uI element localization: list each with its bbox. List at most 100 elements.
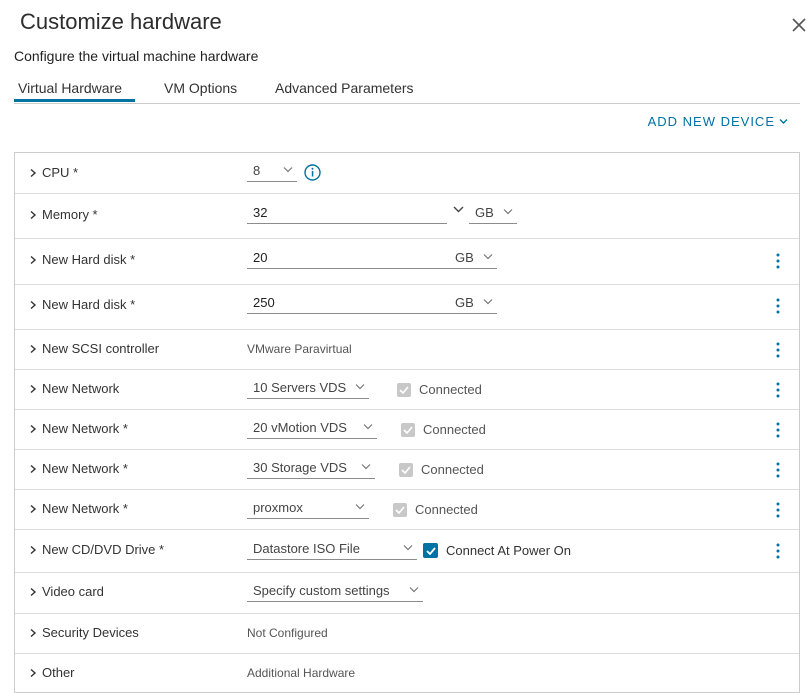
kebab-menu-icon[interactable] (775, 253, 781, 269)
network-3-connected-checkbox[interactable] (399, 462, 413, 477)
kebab-menu-icon[interactable] (775, 502, 781, 518)
expand-toggle-network-2[interactable]: New Network * (29, 421, 128, 436)
expand-toggle-memory[interactable]: Memory * (29, 207, 98, 222)
row-label-cd-dvd-drive: New CD/DVD Drive * (42, 542, 165, 557)
row-label-other: Other (42, 665, 75, 680)
connect-at-power-on-label: Connect At Power On (446, 543, 572, 558)
expand-toggle-hard-disk-1[interactable]: New Hard disk * (29, 252, 135, 267)
dialog-title: Customize hardware (20, 9, 222, 34)
chevron-right-icon (30, 344, 37, 353)
hw-row-video-card: Video card Specify custom settings (15, 573, 799, 614)
row-label-network-3: New Network * (42, 461, 128, 476)
expand-toggle-scsi-controller[interactable]: New SCSI controller (29, 341, 159, 356)
expand-toggle-video-card[interactable]: Video card (29, 584, 104, 599)
chevron-right-icon (30, 587, 37, 596)
chevron-down-icon (779, 119, 788, 124)
tab-virtual-hardware[interactable]: Virtual Hardware (18, 80, 122, 96)
cpu-count-select[interactable]: 8 (247, 163, 297, 182)
network-1-select[interactable]: 10 Servers VDS (247, 380, 369, 399)
kebab-menu-icon[interactable] (775, 543, 781, 559)
chevron-right-icon (30, 504, 37, 513)
row-label-scsi-controller: New SCSI controller (42, 341, 160, 356)
hw-row-cd-dvd-drive: New CD/DVD Drive * Datastore ISO File Co… (15, 530, 799, 573)
video-card-value: Specify custom settings (253, 583, 390, 598)
cd-dvd-source-select[interactable]: Datastore ISO File (247, 541, 417, 560)
chevron-down-icon (361, 464, 371, 470)
hard-disk-1-size-input[interactable] (247, 250, 449, 269)
tab-advanced-parameters[interactable]: Advanced Parameters (275, 80, 414, 96)
hw-row-network-3: New Network * 30 Storage VDS Connected (15, 450, 799, 490)
memory-size-input[interactable] (247, 205, 447, 224)
kebab-menu-icon[interactable] (775, 422, 781, 438)
expand-toggle-cpu[interactable]: CPU * (29, 165, 78, 180)
other-hardware-summary: Additional Hardware (247, 666, 356, 680)
tab-vm-options[interactable]: VM Options (164, 80, 237, 96)
network-3-select[interactable]: 30 Storage VDS (247, 460, 375, 479)
hard-disk-2-unit-select[interactable]: GB (449, 295, 497, 314)
expand-toggle-network-1[interactable]: New Network (29, 381, 119, 396)
network-2-connected-label: Connected (423, 422, 486, 437)
chevron-down-icon (503, 209, 513, 215)
chevron-down-icon (483, 299, 493, 305)
checkmark-icon (403, 425, 413, 434)
dialog-subtitle: Configure the virtual machine hardware (14, 48, 259, 64)
chevron-down-icon[interactable] (453, 206, 464, 213)
chevron-down-icon (483, 254, 493, 260)
chevron-right-icon (30, 384, 37, 393)
row-label-memory: Memory * (42, 207, 98, 222)
hard-disk-1-unit-select[interactable]: GB (449, 250, 497, 269)
expand-toggle-security-devices[interactable]: Security Devices (29, 625, 139, 640)
chevron-right-icon (30, 300, 37, 309)
video-card-select[interactable]: Specify custom settings (247, 583, 423, 602)
connect-at-power-on-checkbox[interactable] (423, 543, 438, 558)
row-label-network-4: New Network * (42, 501, 128, 516)
network-2-select[interactable]: 20 vMotion VDS (247, 420, 377, 439)
network-2-connected-checkbox[interactable] (401, 422, 415, 437)
hw-row-network-2: New Network * 20 vMotion VDS Connected (15, 410, 799, 450)
hw-row-cpu: CPU * 8 (15, 153, 799, 194)
row-label-cpu: CPU * (42, 165, 79, 180)
chevron-right-icon (30, 210, 37, 219)
row-label-network-1: New Network (42, 381, 120, 396)
hard-disk-1-unit-value: GB (455, 250, 474, 265)
row-label-hard-disk-1: New Hard disk * (42, 252, 136, 267)
info-icon[interactable] (304, 164, 321, 181)
network-4-select[interactable]: proxmox (247, 500, 369, 519)
chevron-down-icon (363, 424, 373, 430)
network-1-connected-checkbox[interactable] (397, 382, 411, 397)
kebab-menu-icon[interactable] (775, 382, 781, 398)
row-label-security-devices: Security Devices (42, 625, 139, 640)
network-1-value: 10 Servers VDS (253, 380, 347, 395)
hw-row-scsi-controller: New SCSI controller VMware Paravirtual (15, 330, 799, 370)
expand-toggle-network-4[interactable]: New Network * (29, 501, 128, 516)
chevron-down-icon (283, 167, 293, 173)
network-4-connected-checkbox[interactable] (393, 502, 407, 517)
checkmark-icon (401, 465, 411, 474)
chevron-down-icon (355, 504, 365, 510)
checkmark-icon (399, 385, 409, 394)
chevron-right-icon (30, 464, 37, 473)
chevron-right-icon (30, 168, 37, 177)
memory-unit-select[interactable]: GB (469, 205, 517, 224)
hw-row-network-1: New Network 10 Servers VDS Connected (15, 370, 799, 410)
network-3-value: 30 Storage VDS (253, 460, 347, 475)
expand-toggle-network-3[interactable]: New Network * (29, 461, 128, 476)
expand-toggle-cd-dvd-drive[interactable]: New CD/DVD Drive * (29, 542, 164, 557)
expand-toggle-hard-disk-2[interactable]: New Hard disk * (29, 297, 135, 312)
scsi-controller-type: VMware Paravirtual (247, 342, 352, 356)
hard-disk-2-size-input[interactable] (247, 295, 449, 314)
hw-row-other: Other Additional Hardware (15, 654, 799, 692)
add-new-device-button[interactable]: ADD NEW DEVICE (648, 114, 788, 129)
network-4-value: proxmox (253, 500, 303, 515)
row-label-hard-disk-2: New Hard disk * (42, 297, 136, 312)
expand-toggle-other[interactable]: Other (29, 665, 75, 680)
security-devices-status: Not Configured (247, 626, 328, 640)
kebab-menu-icon[interactable] (775, 462, 781, 478)
close-icon[interactable] (790, 16, 808, 34)
kebab-menu-icon[interactable] (775, 298, 781, 314)
network-3-connected-label: Connected (421, 462, 484, 477)
kebab-menu-icon[interactable] (775, 342, 781, 358)
cd-dvd-source-value: Datastore ISO File (253, 541, 360, 556)
chevron-down-icon (403, 545, 413, 551)
chevron-right-icon (30, 628, 37, 637)
